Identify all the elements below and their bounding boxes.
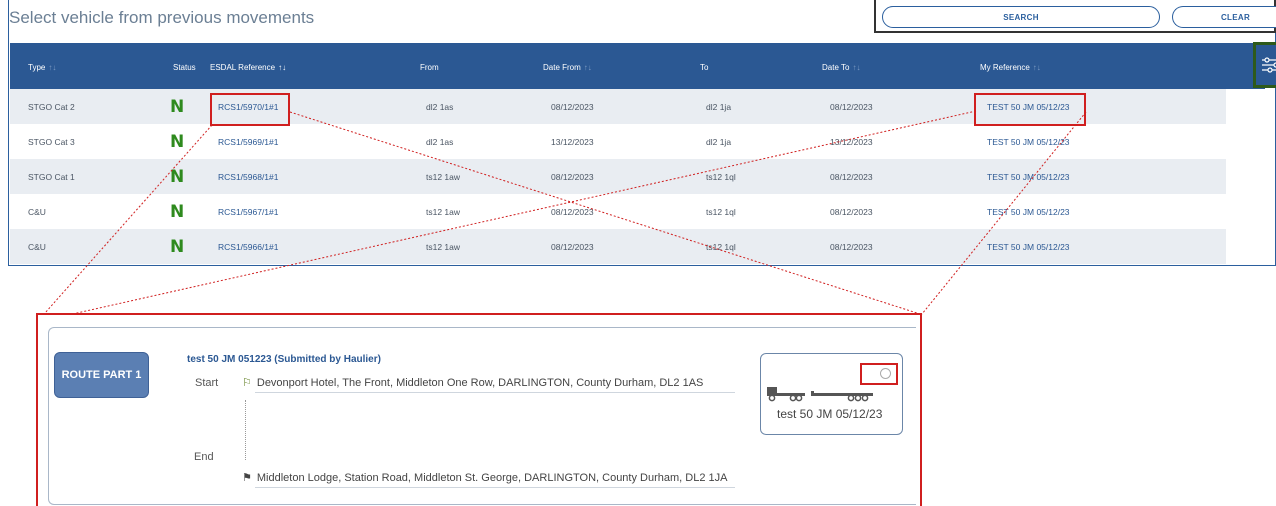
- column-header-my-reference[interactable]: My Reference ↑↓: [980, 63, 1041, 72]
- sort-icon[interactable]: ↑↓: [48, 63, 56, 72]
- cell-from: dl2 1as: [426, 137, 454, 147]
- cell-to: ts12 1ql: [706, 207, 736, 217]
- start-address: ⚐ Devonport Hotel, The Front, Middleton O…: [242, 377, 704, 389]
- esdal-reference-link[interactable]: RCS1/5967/1#1: [218, 207, 279, 217]
- cell-date-from: 13/12/2023: [551, 137, 594, 147]
- cell-type: STGO Cat 1: [28, 172, 75, 182]
- route-title: test 50 JM 051223 (Submitted by Haulier): [187, 354, 381, 365]
- end-address: ⚑ Middleton Lodge, Station Road, Middleto…: [242, 472, 728, 484]
- clear-button[interactable]: CLEAR: [1172, 6, 1276, 28]
- my-reference-link[interactable]: TEST 50 JM 05/12/23: [987, 137, 1070, 147]
- sort-icon[interactable]: ↑↓: [852, 63, 860, 72]
- finish-flag-icon: ⚑: [242, 472, 252, 484]
- cell-to: ts12 1ql: [706, 172, 736, 182]
- status-badge: N: [170, 132, 185, 152]
- status-badge: N: [170, 202, 185, 222]
- route-part-badge[interactable]: ROUTE PART 1: [54, 352, 149, 398]
- cell-type: C&U: [28, 207, 46, 217]
- route-detail-zoom: ROUTE PART 1 test 50 JM 051223 (Submitte…: [36, 313, 922, 506]
- cell-to: dl2 1ja: [706, 102, 732, 112]
- column-header-esdal-reference[interactable]: ESDAL Reference ↑↓: [210, 63, 286, 72]
- cell-type: STGO Cat 2: [28, 102, 75, 112]
- esdal-reference-link[interactable]: RCS1/5968/1#1: [218, 172, 279, 182]
- cell-date-to: 08/12/2023: [830, 102, 873, 112]
- sliders-icon: [1262, 57, 1276, 73]
- end-label: End: [194, 451, 214, 463]
- truck-trailer-icon: [767, 387, 873, 402]
- cell-date-from: 08/12/2023: [551, 102, 594, 112]
- column-header-date-from[interactable]: Date From ↑↓: [543, 63, 592, 72]
- cell-type: C&U: [28, 242, 46, 252]
- search-controls: SEARCH CLEAR: [874, 0, 1276, 33]
- cell-date-to: 08/12/2023: [830, 172, 873, 182]
- start-flag-icon: ⚐: [242, 377, 252, 389]
- sort-icon[interactable]: ↑↓: [1033, 63, 1041, 72]
- column-header-status: Status: [173, 63, 196, 72]
- table-row[interactable]: STGO Cat 3 N RCS1/5969/1#1 dl2 1as 13/12…: [10, 124, 1226, 159]
- esdal-reference-link[interactable]: RCS1/5966/1#1: [218, 242, 279, 252]
- cell-date-to: 08/12/2023: [830, 242, 873, 252]
- my-reference-highlight: [974, 93, 1086, 126]
- vehicle-name: test 50 JM 05/12/23: [777, 407, 883, 421]
- cell-from: ts12 1aw: [426, 172, 461, 182]
- divider: [255, 487, 735, 488]
- my-reference-link[interactable]: TEST 50 JM 05/12/23: [987, 242, 1070, 252]
- column-header-to: To: [700, 63, 709, 72]
- status-badge: N: [170, 167, 185, 187]
- table-row[interactable]: C&U N RCS1/5967/1#1 ts12 1aw 08/12/2023 …: [10, 194, 1226, 229]
- status-badge: N: [170, 97, 185, 117]
- my-reference-link[interactable]: TEST 50 JM 05/12/23: [987, 172, 1070, 182]
- cell-from: ts12 1aw: [426, 207, 461, 217]
- table-row[interactable]: C&U N RCS1/5966/1#1 ts12 1aw 08/12/2023 …: [10, 229, 1226, 264]
- esdal-reference-highlight: [210, 93, 290, 126]
- sort-icon[interactable]: ↑↓: [278, 63, 286, 72]
- cell-to: ts12 1ql: [706, 242, 736, 252]
- page-title: Select vehicle from previous movements: [9, 8, 315, 27]
- cell-from: ts12 1aw: [426, 242, 461, 252]
- sort-icon[interactable]: ↑↓: [584, 63, 592, 72]
- route-connector: [245, 400, 246, 460]
- search-button[interactable]: SEARCH: [882, 6, 1160, 28]
- divider: [255, 392, 735, 393]
- column-header-date-to[interactable]: Date To ↑↓: [822, 63, 860, 72]
- cell-type: STGO Cat 3: [28, 137, 75, 147]
- filter-button[interactable]: [1253, 42, 1276, 88]
- my-reference-link[interactable]: TEST 50 JM 05/12/23: [987, 207, 1070, 217]
- cell-date-from: 08/12/2023: [551, 207, 594, 217]
- cell-from: dl2 1as: [426, 102, 454, 112]
- column-header-from: From: [420, 63, 439, 72]
- status-badge: N: [170, 237, 185, 257]
- cell-date-from: 08/12/2023: [551, 172, 594, 182]
- table-row[interactable]: STGO Cat 1 N RCS1/5968/1#1 ts12 1aw 08/1…: [10, 159, 1226, 194]
- esdal-reference-link[interactable]: RCS1/5969/1#1: [218, 137, 279, 147]
- table-header: Type ↑↓ Status ESDAL Reference ↑↓ From Dat…: [10, 42, 1276, 89]
- vehicle-card[interactable]: test 50 JM 05/12/23: [760, 353, 903, 435]
- column-header-type[interactable]: Type ↑↓: [28, 63, 56, 72]
- cell-date-to: 13/12/2023: [830, 137, 873, 147]
- start-label: Start: [195, 377, 219, 389]
- cell-to: dl2 1ja: [706, 137, 732, 147]
- route-part-card: ROUTE PART 1 test 50 JM 051223 (Submitte…: [48, 327, 916, 505]
- radio-highlight: [860, 363, 898, 385]
- cell-date-from: 08/12/2023: [551, 242, 594, 252]
- cell-date-to: 08/12/2023: [830, 207, 873, 217]
